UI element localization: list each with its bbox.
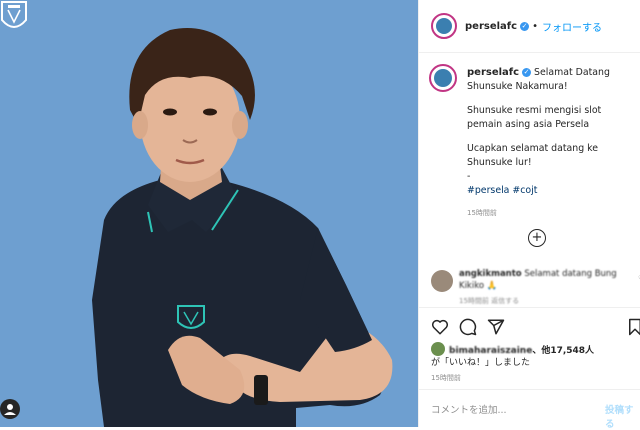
likes-suffix: が「いいね！」しました <box>431 358 531 368</box>
caption-line-3: Ucapkan selamat datang ke Shunsuke lur! … <box>467 143 599 182</box>
caption-line-2: Shunsuke resmi mengisi slot pemain asing… <box>467 105 602 130</box>
avatar[interactable] <box>431 13 457 39</box>
comment-text: angkikmanto Selamat datang Bung Kikiko 🙏 <box>459 268 629 292</box>
comment-username[interactable]: angkikmanto <box>459 269 522 279</box>
separator-dot: • <box>532 20 538 32</box>
bookmark-icon[interactable] <box>627 318 640 336</box>
caption-avatar[interactable] <box>429 64 457 92</box>
post-header: perselafc ✓ • フォローする <box>419 0 640 53</box>
caption-username[interactable]: perselafc <box>467 67 519 78</box>
liker-avatar[interactable] <box>431 342 445 356</box>
header-username[interactable]: perselafc <box>465 21 517 32</box>
comment-meta: 15時間前 返信する <box>459 297 520 305</box>
comment-input[interactable]: コメントを追加... <box>431 402 507 416</box>
post-photo[interactable] <box>0 0 418 427</box>
heart-icon[interactable] <box>431 318 449 336</box>
post-comment-button[interactable]: 投稿する <box>605 402 640 430</box>
follow-button[interactable]: フォローする <box>542 19 602 34</box>
post-timestamp: 15時間前 <box>431 374 461 382</box>
verified-badge-icon: ✓ <box>520 21 530 31</box>
comment-item: angkikmanto Selamat datang Bung Kikiko 🙏… <box>431 268 640 305</box>
comment-avatar[interactable] <box>431 270 453 292</box>
post-side-panel: perselafc ✓ • フォローする perselafc ✓ Selamat … <box>418 0 640 430</box>
caption-text: perselafc ✓ Selamat Datang Shunsuke Nakam… <box>467 66 635 220</box>
player-photo-illustration <box>0 0 418 427</box>
hashtags[interactable]: #persela #cojt <box>467 184 635 198</box>
user-tag-icon[interactable] <box>0 399 20 419</box>
comment-icon[interactable] <box>459 318 477 336</box>
plus-circle-icon[interactable]: + <box>528 229 546 247</box>
action-bar <box>419 307 640 346</box>
verified-badge-icon: ✓ <box>522 68 532 77</box>
add-comment-bar: コメントを追加... 投稿する <box>419 389 640 430</box>
likes-count[interactable]: 、他17,548人 <box>532 346 594 356</box>
share-icon[interactable] <box>487 318 505 336</box>
club-crest-icon <box>1 1 27 28</box>
post-time: 15時間前 <box>467 209 497 217</box>
